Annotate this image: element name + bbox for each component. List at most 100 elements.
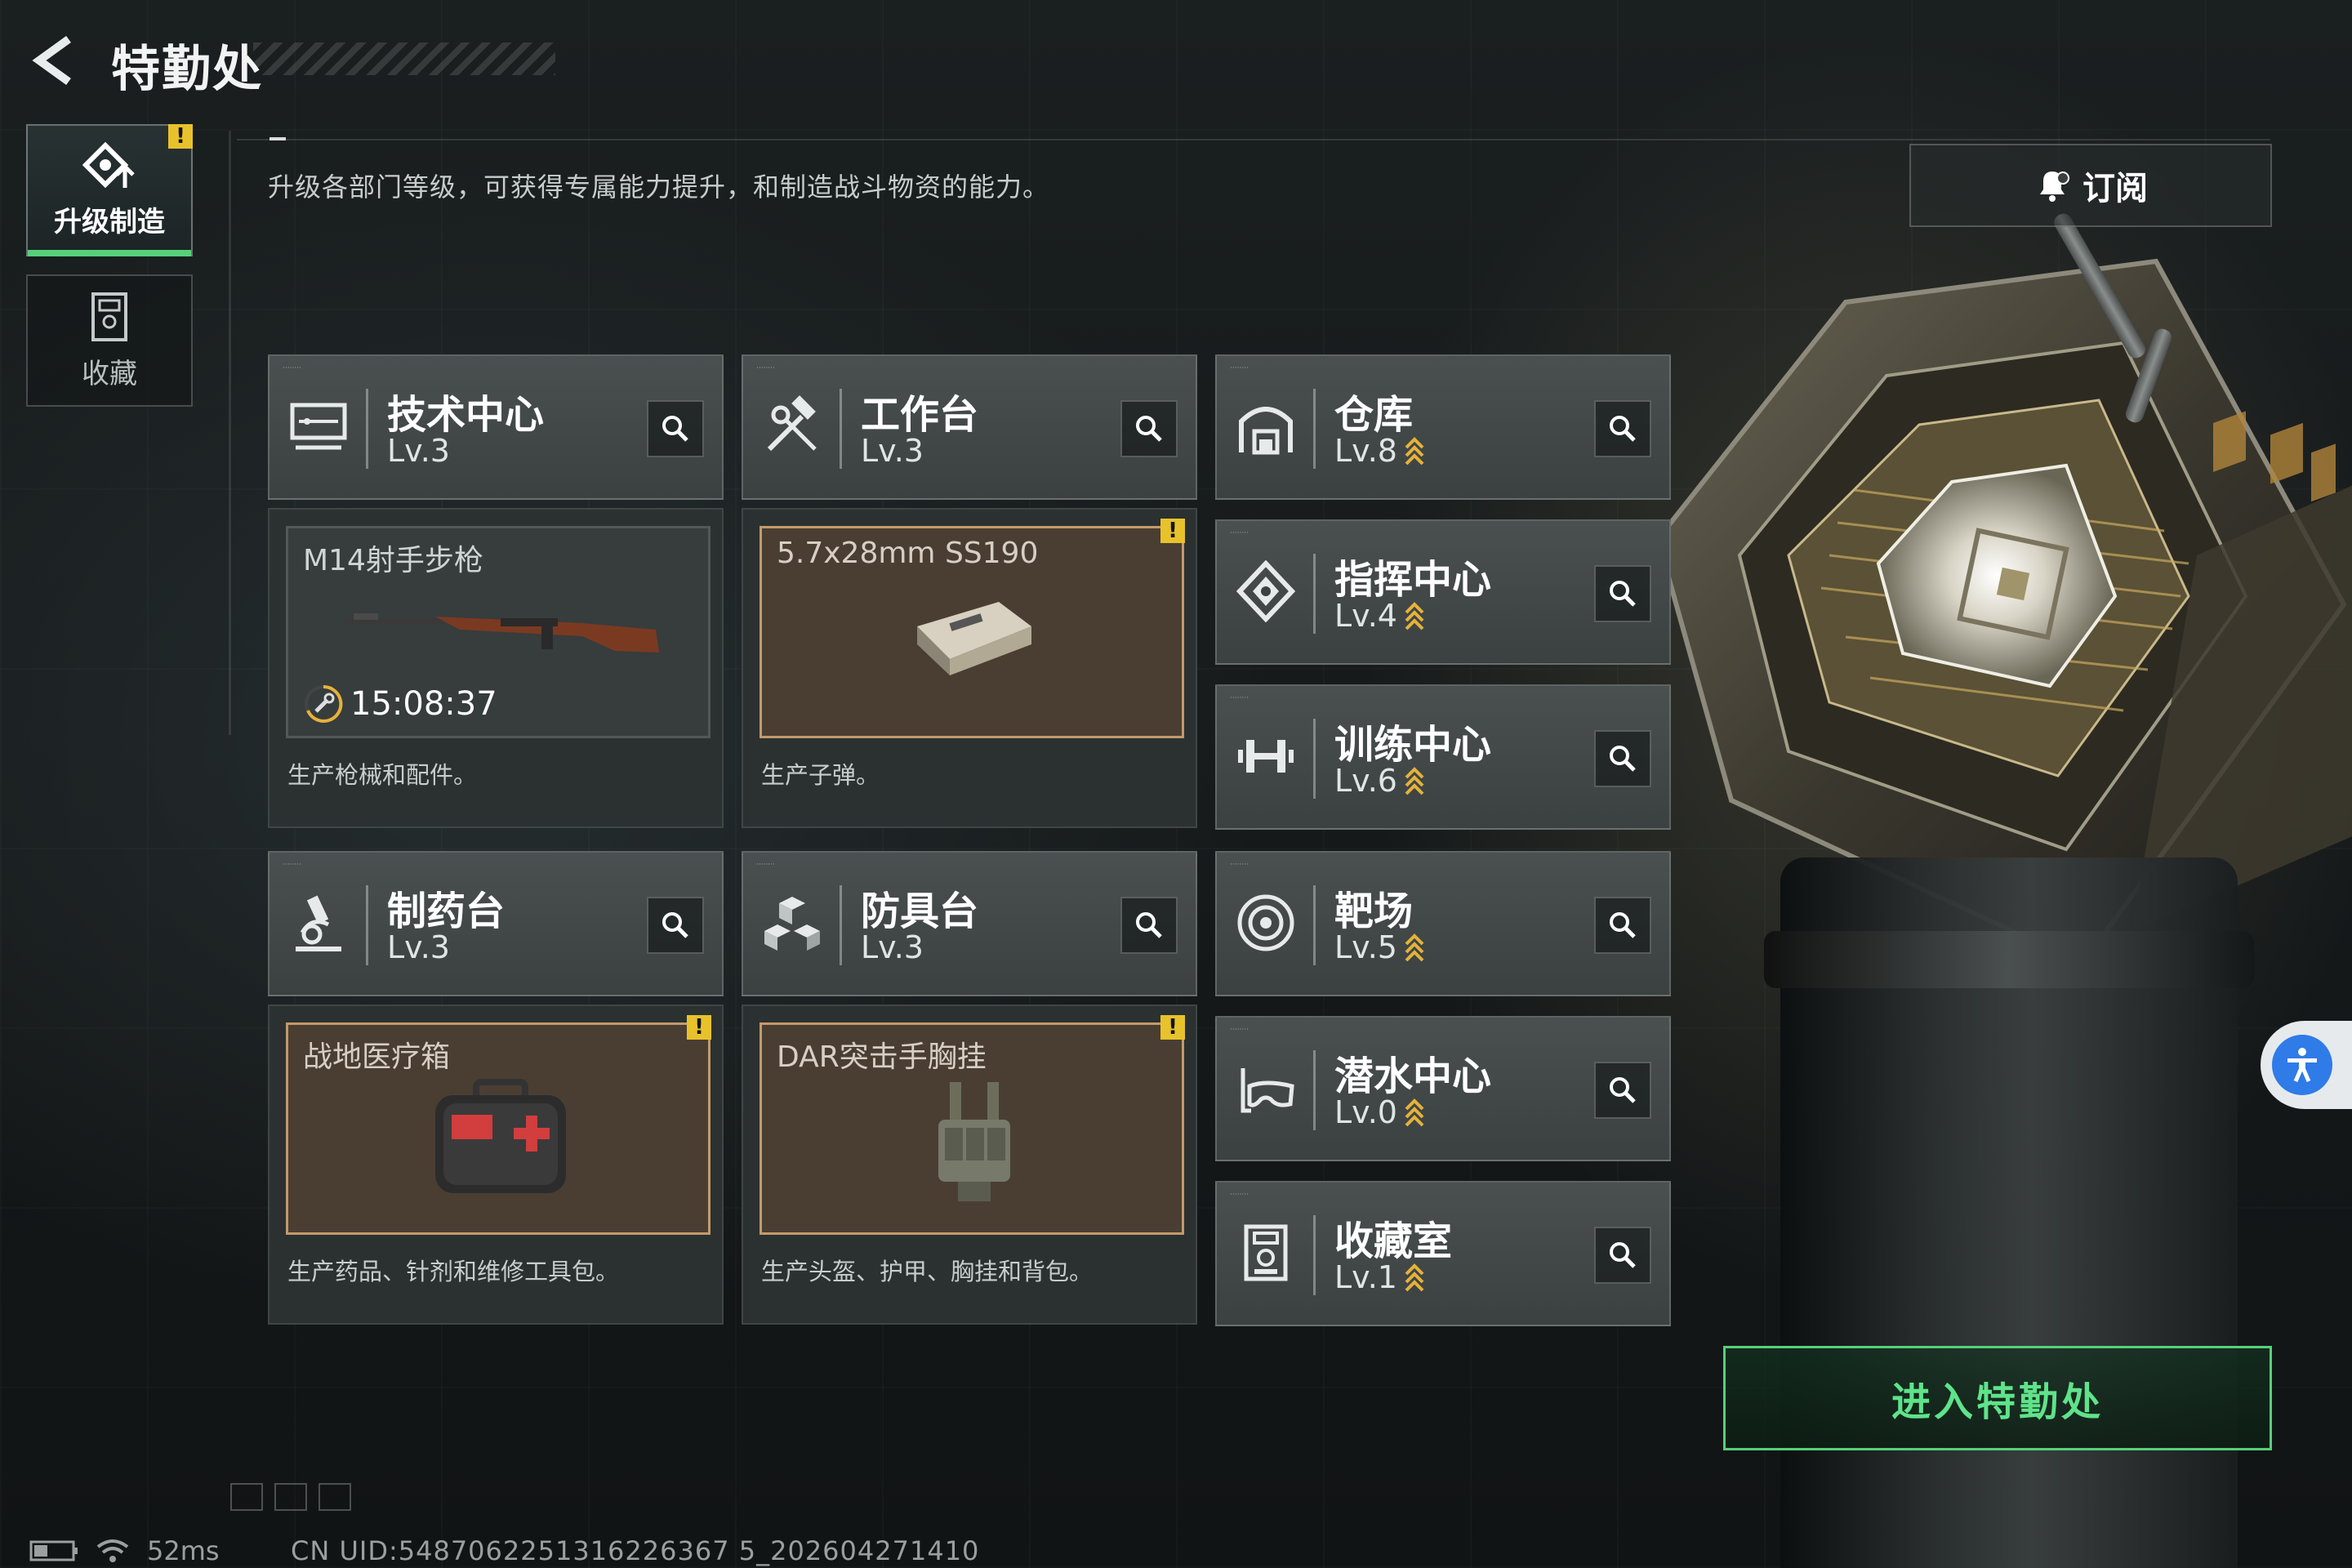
alert-badge: ! [1160,519,1185,543]
workshop-level: Lv.3 [387,433,450,469]
search-button[interactable] [1594,730,1651,787]
search-icon [662,416,688,442]
workshop-header-workbench[interactable]: ········ 工作台 Lv.3 [742,354,1197,500]
nav-collection[interactable]: 收藏 [26,274,193,407]
workshop-description: 生产枪械和配件。 [287,761,478,789]
upgrade-arrow-icon [1405,1098,1424,1127]
alert-badge: ! [168,124,193,149]
nav-label: 升级制造 [54,205,165,238]
facility-warehouse[interactable]: ········ 仓库 Lv.8 [1215,354,1671,500]
facility-name: 指挥中心 [1334,557,1492,603]
facility-level: Lv.5 [1334,929,1397,965]
facility-level: Lv.0 [1334,1094,1397,1130]
workshop-description: 生产子弹。 [761,761,880,789]
upgrade-arrow-icon [1405,1263,1424,1292]
facility-collection-room[interactable]: ········ 收藏室 Lv.1 [1215,1181,1671,1326]
facility-name: 收藏室 [1334,1218,1453,1264]
workshop-header-tech-center[interactable]: ········ 技术中心 Lv.3 [268,354,724,500]
product-name: M14射手步枪 [303,544,483,577]
product-name: 战地医疗箱 [303,1040,451,1074]
rifle-icon [345,613,659,653]
armor-blocks-icon [764,897,820,951]
workshop-body-pharmacy[interactable]: 战地医疗箱 ! 生产药品、针剂和维修工具包。 [268,1004,724,1325]
target-icon [1237,894,1294,951]
workshop-level: Lv.3 [861,433,924,469]
production-slot[interactable]: DAR突击手胸挂 ! [760,1015,1185,1235]
product-name: DAR突击手胸挂 [777,1040,987,1074]
search-button[interactable] [1594,897,1651,954]
search-button[interactable] [647,400,704,457]
command-icon [1236,560,1296,622]
nav-upgrade-craft[interactable]: 升级制造 ! [26,124,193,256]
search-icon [1610,1077,1636,1103]
back-arrow-icon[interactable] [29,34,78,87]
facility-name: 潜水中心 [1334,1054,1492,1099]
search-icon [1610,416,1636,442]
production-slot[interactable]: M14射手步枪 15:08:37 [286,526,710,738]
production-slot[interactable]: 5.7x28mm SS190 ! [760,519,1185,738]
production-timer: 15:08:37 [350,685,497,723]
divider [237,139,2270,140]
facility-command-center[interactable]: ········ 指挥中心 Lv.4 [1215,519,1671,665]
search-button[interactable] [1594,400,1651,457]
collection-room-icon [1244,1224,1288,1281]
pillar-ring [1764,931,2254,988]
bell-icon [2040,172,2069,202]
workshop-header-pharmacy[interactable]: ········ 制药台 Lv.3 [268,851,724,996]
upgrade-arrow-icon [1405,437,1424,466]
facility-name: 靶场 [1334,889,1414,934]
facility-name: 仓库 [1334,392,1414,438]
search-button[interactable] [647,897,704,954]
search-icon [1136,416,1162,442]
workshop-header-armor-bench[interactable]: ········ 防具台 Lv.3 [742,851,1197,996]
diving-mask-icon [1241,1068,1294,1113]
product-name: 5.7x28mm SS190 [777,537,1039,570]
search-icon [1610,581,1636,607]
search-button[interactable] [1594,565,1651,622]
search-button[interactable] [1594,1227,1651,1284]
accessibility-button[interactable] [2261,1021,2352,1109]
search-icon [1610,746,1636,772]
search-button[interactable] [1594,1062,1651,1119]
facility-training-center[interactable]: ········ 训练中心 Lv.6 [1215,684,1671,830]
production-slot[interactable]: 战地医疗箱 ! [286,1015,711,1235]
status-bar: 52ms [29,1535,220,1566]
workshop-body-armor-bench[interactable]: DAR突击手胸挂 ! 生产头盔、护甲、胸挂和背包。 [742,1004,1197,1325]
workshop-name: 工作台 [861,392,979,438]
ammo-box-icon [917,602,1031,675]
facility-shooting-range[interactable]: ········ 靶场 Lv.5 [1215,851,1671,996]
workshop-body-workbench[interactable]: 5.7x28mm SS190 ! 生产子弹。 [742,508,1197,828]
workshop-name: 制药台 [387,889,506,934]
divider [229,131,231,735]
upgrade-arrow-icon [1405,602,1424,630]
nav-label: 收藏 [82,357,137,390]
ping-value: 52ms [147,1535,220,1566]
warehouse-icon [1239,407,1293,455]
search-icon [662,912,688,938]
search-icon [1610,912,1636,938]
workshop-level: Lv.3 [861,929,924,965]
facility-diving-center[interactable]: ········ 潜水中心 Lv.0 [1215,1016,1671,1161]
workshop-name: 防具台 [861,889,979,934]
enter-special-ops-button[interactable]: 进入特勤处 [1723,1346,2272,1450]
dumbbell-icon [1238,740,1294,773]
facility-level: Lv.4 [1334,598,1397,634]
subscribe-button[interactable]: 订阅 [1909,144,2272,227]
page-title: 特勤处 [111,41,263,98]
enter-label: 进入特勤处 [1891,1379,2104,1425]
wifi-icon [96,1539,129,1562]
page-description: 升级各部门等级，可获得专属能力提升，和制造战斗物资的能力。 [268,172,1050,203]
chest-rig-icon [938,1082,1010,1201]
workshop-body-tech-center[interactable]: M14射手步枪 15:08:37 生产枪械和配件。 [268,508,724,828]
alert-badge: ! [687,1015,711,1040]
microscope-icon [296,895,341,951]
decorative-marks [230,1483,351,1511]
search-button[interactable] [1120,897,1178,954]
search-icon [1136,912,1162,938]
upgrade-arrow-icon [1405,933,1424,962]
search-button[interactable] [1120,400,1178,457]
wrench-timer-icon [305,684,343,723]
facility-name: 训练中心 [1334,722,1492,768]
facility-level: Lv.8 [1334,433,1397,469]
medkit-icon [435,1079,566,1193]
